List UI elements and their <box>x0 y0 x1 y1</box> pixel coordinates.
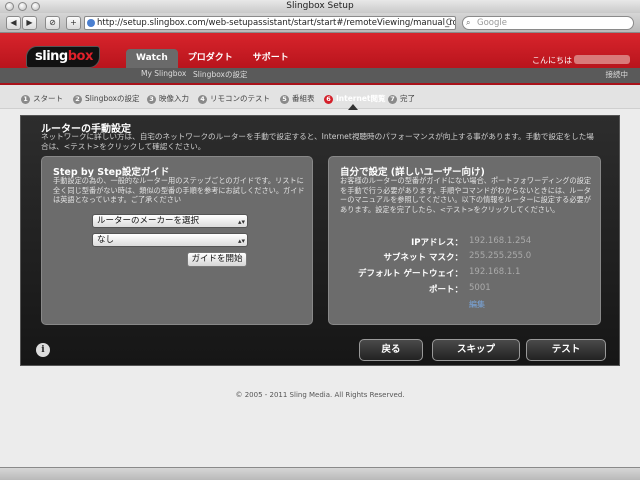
forward-button[interactable]: ▶ <box>22 16 37 30</box>
step-6: 6 Internet閲覧 <box>324 93 386 104</box>
router-maker-select[interactable]: ルーターのメーカーを選択 ▴▾ <box>92 214 248 228</box>
nav-products[interactable]: プロダクト <box>178 49 243 68</box>
address-bar[interactable]: http://setup.slingbox.com/web-setupassis… <box>84 16 456 30</box>
search-input[interactable]: ⌕ Google <box>462 16 634 30</box>
zoom-window-icon[interactable] <box>31 2 40 11</box>
window-controls <box>5 2 40 11</box>
step-5: 5 番組表 <box>280 93 315 104</box>
skip-button[interactable]: スキップ <box>432 339 520 361</box>
active-step-pointer <box>348 104 358 110</box>
add-bookmark-button[interactable]: + <box>66 16 81 30</box>
manual-setup-description: お客様のルーターの型番がガイドにない場合、ポートフォワーディングの設定を手動で行… <box>340 176 592 214</box>
back-button[interactable]: ◀ <box>6 16 21 30</box>
setup-steps: 1 スタート 2 Slingboxの設定 3 映像入力 4 リモコンのテスト 5 番組表 … <box>0 85 640 109</box>
port-value: 5001 <box>469 283 491 293</box>
ip-address-label: IPアドレス： <box>411 238 463 248</box>
greeting-text: こんにちは <box>532 56 572 65</box>
url-text: http://setup.slingbox.com/web-setupassis… <box>97 18 456 28</box>
step-3: 3 映像入力 <box>147 93 189 104</box>
subnet-mask-label: サブネット マスク： <box>383 253 463 263</box>
minimize-window-icon[interactable] <box>18 2 27 11</box>
reload-icon[interactable]: C <box>446 17 452 29</box>
browser-statusbar <box>0 467 640 480</box>
select-arrows-icon: ▴▾ <box>237 237 245 245</box>
connection-status: 接続中 <box>605 70 629 79</box>
router-model-select[interactable]: なし ▴▾ <box>92 233 248 247</box>
copyright-text: © 2005 - 2011 Sling Media. All Rights Re… <box>235 391 405 399</box>
subnav-slingbox-settings[interactable]: Slingboxの設定 <box>193 69 248 80</box>
site-favicon-icon <box>87 19 95 27</box>
window-title: Slingbox Setup <box>286 1 354 11</box>
nav-support[interactable]: サポート <box>243 49 299 68</box>
logo-sling-text: sling <box>35 49 68 64</box>
subnet-mask-value: 255.255.255.0 <box>469 251 532 261</box>
guide-description: 手動設定の為の、一般的なルーター用のステップごとのガイドです。リストに全く同じ型… <box>53 176 305 205</box>
router-setup-panel: ルーターの手動設定 ネットワークに詳しい方は、自宅のネットワークのルーターを手動… <box>20 115 620 366</box>
user-name-redacted <box>574 55 630 64</box>
info-icon[interactable]: i <box>36 343 50 357</box>
search-icon: ⌕ <box>466 18 471 27</box>
start-guide-button[interactable]: ガイドを開始 <box>187 252 247 267</box>
browser-toolbar: ◀ ▶ ⊘ + http://setup.slingbox.com/web-se… <box>0 13 640 33</box>
logo-box-text: box <box>67 49 94 64</box>
sub-navigation: My Slingbox Slingboxの設定 接続中 <box>0 68 640 83</box>
step-7: 7 完了 <box>388 93 415 104</box>
window-titlebar: Slingbox Setup <box>0 0 640 13</box>
page-description: ネットワークに詳しい方は、自宅のネットワークのルーターを手動で設定すると、Int… <box>41 132 594 151</box>
port-label: ポート： <box>428 285 463 295</box>
default-gateway-label: デフォルト ゲートウェイ： <box>358 269 463 279</box>
edit-link[interactable]: 編集 <box>469 299 485 310</box>
slingbox-logo[interactable]: slingbox <box>26 46 100 68</box>
default-gateway-value: 192.168.1.1 <box>469 267 521 277</box>
site-header: slingbox Watch プロダクト サポート こんにちは My Sling… <box>0 33 640 85</box>
nav-watch[interactable]: Watch <box>126 49 178 68</box>
step-1: 1 スタート <box>21 93 63 104</box>
test-button[interactable]: テスト <box>526 339 606 361</box>
tabs-icon[interactable]: ⊘ <box>45 16 60 30</box>
select-arrows-icon: ▴▾ <box>237 218 245 226</box>
search-placeholder: Google <box>477 18 507 28</box>
step-by-step-guide-panel: Step by Step設定ガイド 手動設定の為の、一般的なルーター用のステップ… <box>41 156 313 325</box>
ip-address-value: 192.168.1.254 <box>469 236 532 246</box>
top-navigation: Watch プロダクト サポート <box>126 49 299 68</box>
step-4: 4 リモコンのテスト <box>198 93 270 104</box>
subnav-my-slingbox[interactable]: My Slingbox <box>141 69 186 78</box>
close-window-icon[interactable] <box>5 2 14 11</box>
manual-setup-panel: 自分で設定 (詳しいユーザー向け) お客様のルーターの型番がガイドにない場合、ポ… <box>328 156 601 325</box>
step-2: 2 Slingboxの設定 <box>73 93 140 104</box>
back-step-button[interactable]: 戻る <box>359 339 423 361</box>
